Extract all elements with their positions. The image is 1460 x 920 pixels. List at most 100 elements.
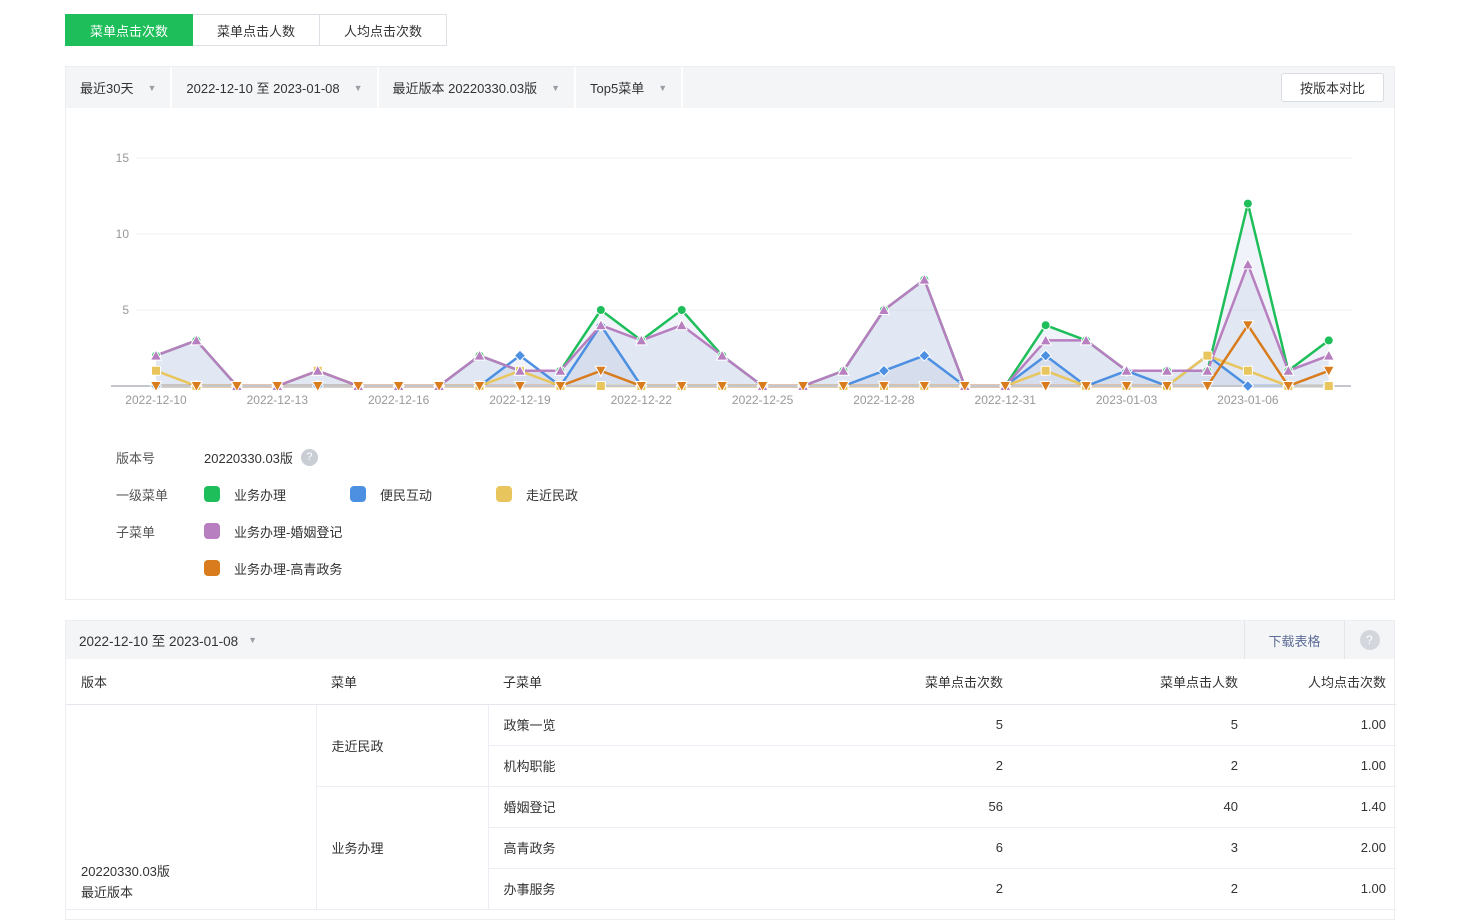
help-icon[interactable]: ? — [301, 449, 318, 466]
date-range-label: 2022-12-10 至 2023-01-08 — [186, 78, 339, 97]
stats-table: 版本 菜单 子菜单 菜单点击次数 菜单点击人数 人均点击次数 20220330.… — [66, 659, 1396, 910]
col-menu: 菜单 — [316, 659, 488, 704]
data-point-走近民政 — [1203, 351, 1212, 360]
series-line-业务办理-婚姻登记 — [156, 264, 1329, 386]
chart-legend: 版本号 20220330.03版 ? 一级菜单 业务办理便民互动走近民政 子菜单… — [116, 449, 642, 597]
data-point-走近民政 — [1041, 366, 1050, 375]
clicks-cell: 2 — [798, 745, 1013, 786]
y-axis-tick: 15 — [116, 151, 130, 165]
col-submenu: 子菜单 — [488, 659, 798, 704]
tab-clicks-per-user[interactable]: 人均点击次数 — [320, 14, 447, 46]
users-cell: 5 — [1013, 704, 1248, 745]
col-per-user: 人均点击次数 — [1248, 659, 1396, 704]
data-point-业务办理 — [677, 306, 686, 315]
table-date-range[interactable]: 2022-12-10 至 2023-01-08 ▼ — [66, 630, 257, 650]
tab-menu-clicks[interactable]: 菜单点击次数 — [65, 14, 193, 46]
compare-by-version-button[interactable]: 按版本对比 — [1281, 73, 1384, 102]
data-point-走近民政 — [1243, 366, 1252, 375]
legend-item-label: 业务办理-高青政务 — [234, 559, 342, 578]
chevron-down-icon: ▼ — [147, 83, 156, 93]
legend-item-level1-1[interactable]: 便民互动 — [350, 485, 432, 504]
version-name: 20220330.03版 — [81, 861, 316, 882]
data-point-走近民政 — [596, 382, 605, 391]
data-point-业务办理 — [1041, 321, 1050, 330]
chevron-down-icon: ▼ — [551, 83, 560, 93]
table-toolbar: 2022-12-10 至 2023-01-08 ▼ 下载表格 ? — [66, 621, 1394, 659]
col-clicks: 菜单点击次数 — [798, 659, 1013, 704]
version-value: 20220330.03版 — [204, 448, 293, 467]
legend-item-label: 便民互动 — [380, 485, 432, 504]
data-point-业务办理 — [1324, 336, 1333, 345]
x-axis-tick: 2022-12-25 — [732, 393, 794, 407]
line-chart: 5 10 15 2022-12-10 2022-12-13 2022-12-16 2022-… — [66, 108, 1396, 443]
version-label: 版本号 — [116, 448, 204, 467]
legend-swatch — [204, 560, 220, 576]
clicks-cell: 56 — [798, 786, 1013, 827]
filter-bar: 最近30天 ▼ 2022-12-10 至 2023-01-08 ▼ 最近版本 2… — [66, 67, 1394, 108]
chevron-down-icon: ▼ — [658, 83, 667, 93]
clicks-cell: 2 — [798, 868, 1013, 909]
submenu-cell: 婚姻登记 — [488, 786, 798, 827]
x-axis-tick: 2022-12-19 — [489, 393, 551, 407]
legend-item-level1-0[interactable]: 业务办理 — [204, 485, 286, 504]
per-user-cell: 1.00 — [1248, 868, 1396, 909]
legend-swatch — [496, 486, 512, 502]
chevron-down-icon: ▼ — [248, 635, 257, 645]
table-date-range-label: 2022-12-10 至 2023-01-08 — [79, 630, 238, 650]
series-area-业务办理 — [156, 204, 1329, 386]
chart-canvas: 5 10 15 2022-12-10 2022-12-13 2022-12-16 2022-… — [66, 108, 1396, 443]
data-point-业务办理 — [1243, 199, 1252, 208]
y-axis-tick: 5 — [122, 303, 129, 317]
legend-swatch — [204, 486, 220, 502]
per-user-cell: 1.40 — [1248, 786, 1396, 827]
submenu-cell: 办事服务 — [488, 868, 798, 909]
legend-item-label: 走近民政 — [526, 485, 578, 504]
series-area-业务办理-婚姻登记 — [156, 264, 1329, 386]
period-filter[interactable]: 最近30天 ▼ — [66, 67, 172, 108]
per-user-cell: 1.00 — [1248, 704, 1396, 745]
y-axis-tick: 10 — [116, 227, 130, 241]
legend-item-sub-1[interactable]: 业务办理-高青政务 — [204, 559, 342, 578]
col-users: 菜单点击人数 — [1013, 659, 1248, 704]
data-point-走近民政 — [152, 366, 161, 375]
legend-item-sub-0[interactable]: 业务办理-婚姻登记 — [204, 522, 342, 541]
version-filter[interactable]: 最近版本 20220330.03版 ▼ — [379, 67, 576, 108]
series-line-业务办理 — [156, 204, 1329, 386]
metric-tabs: 菜单点击次数 菜单点击人数 人均点击次数 — [65, 14, 447, 46]
x-axis-tick: 2022-12-10 — [125, 393, 187, 407]
submenu-cell: 政策一览 — [488, 704, 798, 745]
help-icon[interactable]: ? — [1360, 630, 1380, 650]
legend-level1-row: 一级菜单 业务办理便民互动走近民政 — [116, 486, 642, 502]
col-version: 版本 — [66, 659, 316, 704]
table-card: 2022-12-10 至 2023-01-08 ▼ 下载表格 ? 版本 菜单 子… — [65, 620, 1395, 920]
period-filter-label: 最近30天 — [80, 78, 133, 97]
legend-sub-row-1: 子菜单 业务办理-婚姻登记 — [116, 523, 642, 539]
users-cell: 2 — [1013, 868, 1248, 909]
download-table-button[interactable]: 下载表格 — [1244, 621, 1344, 659]
x-axis-tick: 2022-12-22 — [611, 393, 673, 407]
top-menu-filter[interactable]: Top5菜单 ▼ — [576, 67, 683, 108]
x-axis-tick: 2023-01-06 — [1217, 393, 1279, 407]
x-axis-tick: 2022-12-28 — [853, 393, 915, 407]
per-user-cell: 2.00 — [1248, 827, 1396, 868]
table-header-row: 版本 菜单 子菜单 菜单点击次数 菜单点击人数 人均点击次数 — [66, 659, 1396, 704]
table-help-cell: ? — [1344, 621, 1394, 659]
submenu-cell: 机构职能 — [488, 745, 798, 786]
tab-menu-users[interactable]: 菜单点击人数 — [193, 14, 320, 46]
sub-menu-label: 子菜单 — [116, 522, 204, 541]
version-filter-label: 最近版本 20220330.03版 — [393, 78, 538, 97]
x-axis-tick: 2023-01-03 — [1096, 393, 1158, 407]
legend-swatch — [350, 486, 366, 502]
x-axis-tick: 2022-12-31 — [975, 393, 1037, 407]
date-range-filter[interactable]: 2022-12-10 至 2023-01-08 ▼ — [172, 67, 378, 108]
legend-item-level1-2[interactable]: 走近民政 — [496, 485, 578, 504]
menu-cell-0: 走近民政 — [316, 704, 488, 786]
legend-swatch — [204, 523, 220, 539]
submenu-cell: 高青政务 — [488, 827, 798, 868]
version-cell: 20220330.03版最近版本 — [66, 704, 316, 909]
x-axis-tick: 2022-12-16 — [368, 393, 430, 407]
x-axis-tick: 2022-12-13 — [247, 393, 309, 407]
users-cell: 2 — [1013, 745, 1248, 786]
version-tag: 最近版本 — [81, 882, 316, 903]
clicks-cell: 5 — [798, 704, 1013, 745]
